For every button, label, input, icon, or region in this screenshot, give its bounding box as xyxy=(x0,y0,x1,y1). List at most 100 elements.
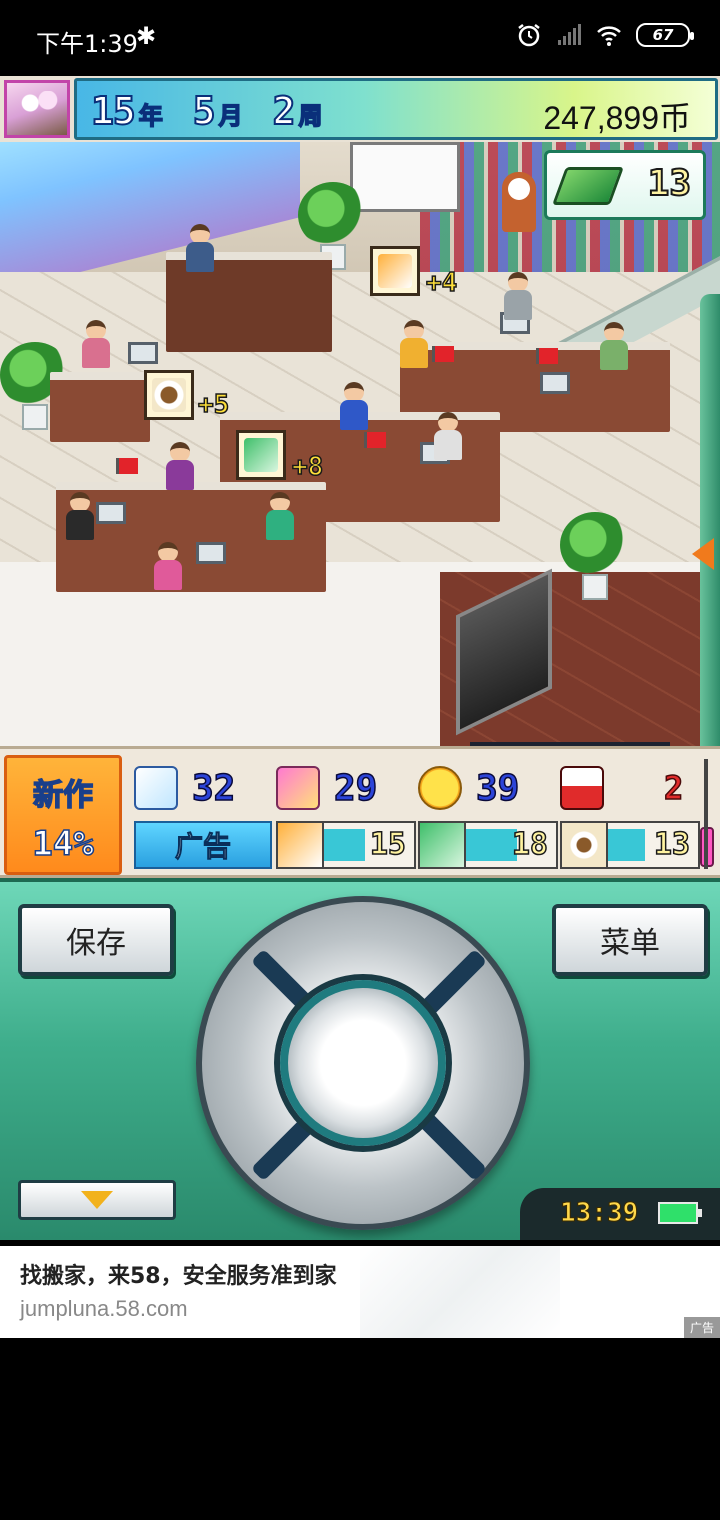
meter-fill xyxy=(324,829,366,861)
money-stack-icon xyxy=(552,167,624,205)
meter-editing: 15 xyxy=(276,821,416,869)
red-flag-marker xyxy=(116,458,138,474)
meter-music-value: 18 xyxy=(511,826,549,863)
ad-tag: 广告 xyxy=(683,1317,720,1338)
monitor xyxy=(96,502,126,524)
meter-fill xyxy=(608,829,645,861)
staff-member[interactable] xyxy=(150,542,186,594)
monitor xyxy=(196,542,226,564)
staff-member[interactable] xyxy=(430,412,466,464)
new-work-progress[interactable]: 新作 14% xyxy=(4,755,122,875)
game-screen: 15 年 5 月 2 周 247,899币 +4 +5 +8 13 新作 14%… xyxy=(0,76,720,1240)
ad-title[interactable]: 找搬家，来58，安全服务准到家 xyxy=(20,1258,337,1290)
points-gain: +4 xyxy=(425,267,458,299)
potted-plant xyxy=(560,512,630,602)
game-stats-row: 32 29 39 2 xyxy=(134,763,714,815)
music-icon xyxy=(236,430,286,480)
new-work-percent: 14% xyxy=(32,823,95,865)
clock-time: 13:39 xyxy=(559,1198,639,1229)
office-scene[interactable]: +4 +5 +8 13 xyxy=(0,142,720,746)
battery-indicator: 67 xyxy=(636,23,694,47)
staff-member[interactable] xyxy=(262,492,298,544)
ad-button[interactable]: 广告 xyxy=(134,821,272,869)
meter-music: 18 xyxy=(418,821,558,869)
staff-member[interactable] xyxy=(162,442,198,494)
stats-scrollbar[interactable] xyxy=(704,759,708,869)
staff-member[interactable] xyxy=(336,382,372,434)
bluetooth-icon: ✱ xyxy=(136,22,157,50)
stat-creativity-value: 29 xyxy=(333,767,378,810)
dpad-control[interactable] xyxy=(196,896,530,1230)
staff-member[interactable] xyxy=(78,320,114,372)
coffee-icon xyxy=(562,823,608,867)
stat-fun: 32 xyxy=(134,763,236,813)
month-value: 5 xyxy=(192,88,217,134)
research-points-badge[interactable]: 13 xyxy=(544,150,706,220)
points-gain: +8 xyxy=(291,451,324,483)
week-value: 2 xyxy=(272,88,297,134)
staff-member[interactable] xyxy=(596,322,632,374)
editing-icon xyxy=(278,823,324,867)
music-icon xyxy=(420,823,466,867)
desk xyxy=(50,372,150,442)
menu-button[interactable]: 菜单 xyxy=(552,904,708,976)
staff-member[interactable] xyxy=(396,320,432,372)
editing-icon xyxy=(370,246,420,296)
money-display: 247,899币 xyxy=(543,100,691,136)
collapse-button[interactable] xyxy=(18,1180,176,1220)
red-flag-marker xyxy=(536,348,558,364)
stat-graphics-value: 39 xyxy=(475,767,520,810)
alarm-icon xyxy=(518,24,540,47)
dpad-center-button[interactable] xyxy=(280,980,446,1146)
season-icon[interactable] xyxy=(4,80,70,138)
stat-fun-value: 32 xyxy=(191,767,236,810)
chevron-down-icon xyxy=(81,1191,113,1209)
research-points-value: 13 xyxy=(647,162,692,205)
stat-creativity: 29 xyxy=(276,763,378,813)
battery-icon xyxy=(658,1202,702,1224)
ad-banner[interactable]: 找搬家，来58，安全服务准到家 jumpluna.58.com 广告 xyxy=(0,1246,720,1338)
staff-member[interactable] xyxy=(62,492,98,544)
controller-panel: 保存 菜单 13:39 xyxy=(0,878,720,1240)
camera-icon xyxy=(276,766,320,810)
ad-url[interactable]: jumpluna.58.com xyxy=(20,1296,188,1322)
status-icons: 67 xyxy=(516,22,694,48)
meter-fill xyxy=(466,829,517,861)
promotion-row: 广告 15 18 13 xyxy=(134,819,714,873)
side-drawer-tab[interactable] xyxy=(700,294,720,746)
week-unit: 周 xyxy=(298,101,324,131)
hud-bar: 15 年 5 月 2 周 247,899币 xyxy=(0,76,720,142)
save-button[interactable]: 保存 xyxy=(18,904,174,976)
stats-panel: 新作 14% 32 29 39 2 广告 15 18 13 xyxy=(0,746,720,878)
staff-member[interactable] xyxy=(182,224,218,276)
year-unit: 年 xyxy=(138,101,164,131)
meter-coffee-value: 13 xyxy=(653,826,691,863)
monitor xyxy=(128,342,158,364)
arrow-left-icon[interactable] xyxy=(692,538,714,570)
new-work-label: 新作 xyxy=(32,777,94,814)
bug-icon xyxy=(560,766,604,810)
device-clock: 13:39 xyxy=(520,1188,720,1240)
status-time: 下午1:39 xyxy=(36,30,138,58)
monitor xyxy=(540,372,570,394)
coffee-icon xyxy=(144,370,194,420)
red-flag-marker xyxy=(432,346,454,362)
date-money-bar: 15 年 5 月 2 周 247,899币 xyxy=(74,78,718,140)
meter-coffee: 13 xyxy=(560,821,700,869)
wifi-icon xyxy=(597,26,621,46)
stat-bugs-value: 2 xyxy=(663,768,684,808)
wall-clock xyxy=(502,172,536,232)
smiley-icon xyxy=(418,766,462,810)
meter-editing-value: 15 xyxy=(369,826,407,863)
document-icon xyxy=(134,766,178,810)
month-unit: 月 xyxy=(218,101,244,131)
game-date: 15 年 5 月 2 周 xyxy=(90,88,349,134)
red-flag-marker xyxy=(364,432,386,448)
stat-graphics: 39 xyxy=(418,763,520,813)
status-bar: 下午1:39 ✱ 67 xyxy=(0,0,720,76)
ad-decoration xyxy=(360,1246,560,1338)
stat-bugs: 2 xyxy=(560,763,684,813)
points-gain: +5 xyxy=(197,389,230,421)
year-value: 15 xyxy=(90,88,137,134)
staff-member[interactable] xyxy=(500,272,536,324)
